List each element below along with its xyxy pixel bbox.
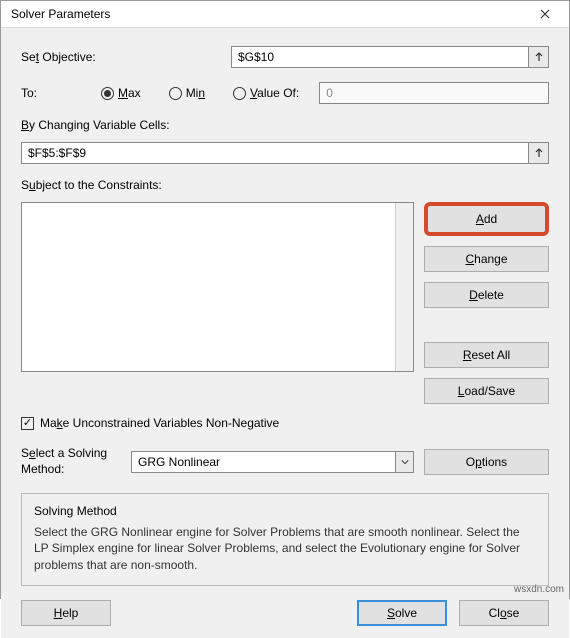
changing-cells-row [21,142,549,164]
to-label: To: [21,86,71,100]
radio-icon [169,87,182,100]
refedit-icon[interactable] [528,47,548,67]
changing-cells-input[interactable] [22,143,528,163]
reset-all-button[interactable]: Reset All [424,342,549,368]
radio-min[interactable]: Min [169,86,205,100]
close-button[interactable]: Close [459,600,549,626]
method-selected-value: GRG Nonlinear [132,455,395,469]
window-title: Solver Parameters [11,7,525,21]
non-negative-row: ✓ Make Unconstrained Variables Non-Negat… [21,416,549,430]
load-save-button[interactable]: Load/Save [424,378,549,404]
valueof-input-wrap [319,82,549,104]
info-title: Solving Method [34,504,536,518]
constraints-list[interactable] [21,202,414,372]
chevron-down-icon [395,452,413,472]
radio-max[interactable]: Max [101,86,141,100]
info-text: Select the GRG Nonlinear engine for Solv… [34,524,536,573]
method-select[interactable]: GRG Nonlinear [131,451,414,473]
help-button[interactable]: Help [21,600,111,626]
changing-cells-label: By Changing Variable Cells: [21,118,170,132]
scrollbar-thumb[interactable] [397,204,412,234]
radio-group: Max Min Value Of: [101,86,299,100]
method-row: Select a Solving Method: GRG Nonlinear O… [21,446,549,477]
set-objective-row: Set Objective: [21,46,549,68]
change-button[interactable]: Change [424,246,549,272]
objective-input[interactable] [232,47,528,67]
valueof-input [320,83,548,103]
solver-dialog: Solver Parameters Set Objective: To: Max [0,0,570,599]
solve-button[interactable]: Solve [357,600,447,626]
add-button[interactable]: Add [424,202,549,236]
refedit-icon[interactable] [528,143,548,163]
constraints-buttons: Add Change Delete Reset All Load/Save [424,202,549,404]
delete-button[interactable]: Delete [424,282,549,308]
to-row: To: Max Min Value Of: [21,82,549,104]
non-negative-label: Make Unconstrained Variables Non-Negativ… [40,416,279,430]
constraints-area: Add Change Delete Reset All Load/Save [21,202,549,404]
solving-method-info: Solving Method Select the GRG Nonlinear … [21,493,549,586]
constraints-label: Subject to the Constraints: [21,178,162,192]
changing-cells-input-wrap [21,142,549,164]
non-negative-checkbox[interactable]: ✓ [21,417,34,430]
changing-cells-label-row: By Changing Variable Cells: [21,118,549,132]
radio-icon [101,87,114,100]
set-objective-label: Set Objective: [21,50,231,64]
method-label: Select a Solving Method: [21,446,121,477]
radio-valueof[interactable]: Value Of: [233,86,299,100]
radio-icon [233,87,246,100]
watermark: wsxdn.com [514,584,564,595]
dialog-content: Set Objective: To: Max Min [1,28,569,638]
close-icon[interactable] [525,1,565,27]
constraints-label-row: Subject to the Constraints: [21,178,549,192]
titlebar: Solver Parameters [1,1,569,28]
options-button[interactable]: Options [424,449,549,475]
objective-input-wrap [231,46,549,68]
footer: Help Solve Close [21,600,549,626]
